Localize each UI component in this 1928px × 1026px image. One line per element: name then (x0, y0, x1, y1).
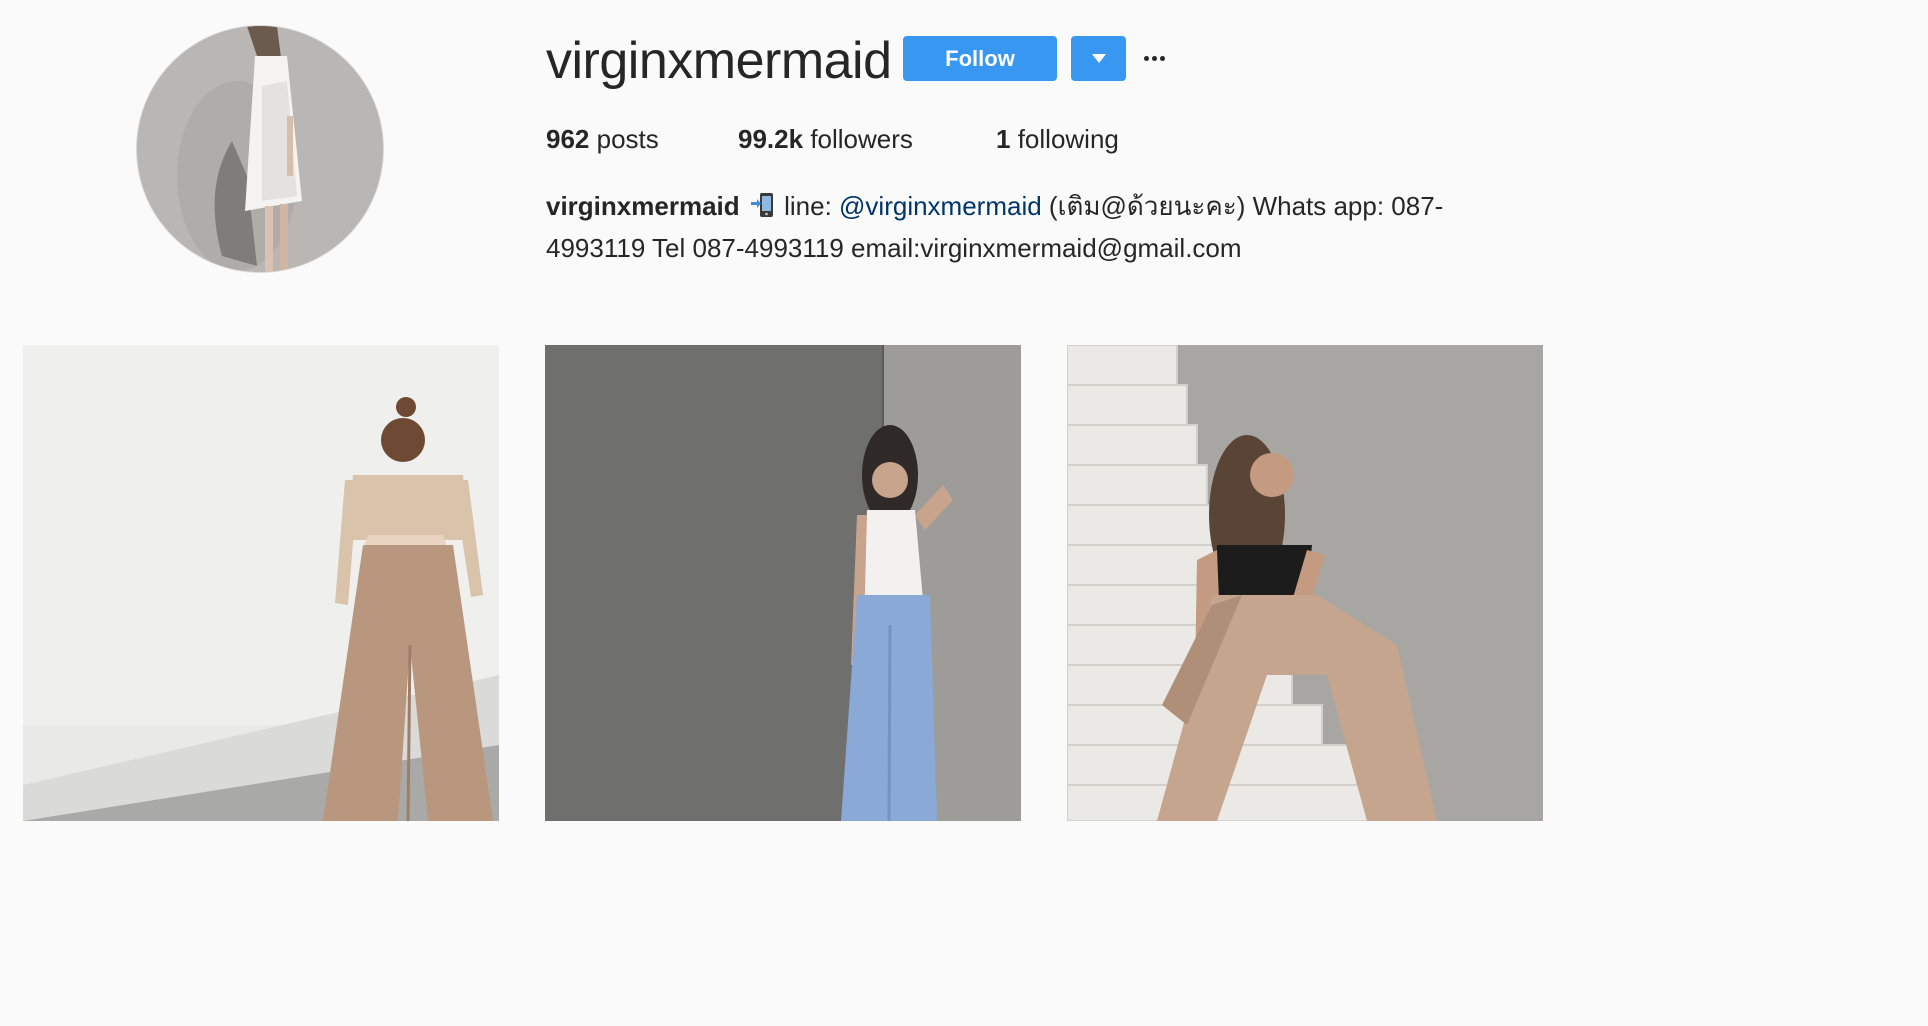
followers-count: 99.2k (738, 124, 804, 154)
more-dot-icon (1160, 56, 1165, 61)
profile-username: virginxmermaid (546, 32, 892, 90)
posts-count: 962 (546, 124, 590, 154)
following-count: 1 (996, 124, 1011, 154)
post-thumbnail-1[interactable] (23, 345, 499, 821)
avatar-photo (137, 26, 383, 272)
bio-full-name: virginxmermaid (546, 191, 740, 221)
stat-followers[interactable]: 99.2k followers (738, 122, 913, 156)
followers-label: followers (810, 124, 913, 154)
post-image-1 (23, 345, 499, 821)
bio-mention-link[interactable]: @virginxmermaid (839, 191, 1042, 221)
stat-following[interactable]: 1 following (996, 122, 1119, 156)
profile-bio: virginxmermaid line: @virginxmermaid (เต… (546, 187, 1506, 268)
profile-page: virginxmermaid Follow 962 posts 99.2k fo… (0, 0, 1568, 834)
mobile-phone-arrow-icon (750, 190, 775, 229)
chevron-down-icon (1092, 54, 1106, 63)
suggestions-dropdown-button[interactable] (1071, 36, 1126, 81)
follow-button[interactable]: Follow (903, 36, 1057, 81)
more-options-button[interactable] (1142, 48, 1172, 68)
bio-text-line2: 4993119 Tel 087-4993119 email:virginxmer… (546, 233, 1242, 263)
post-image-2 (545, 345, 1021, 821)
post-thumbnail-2[interactable] (545, 345, 1021, 821)
stat-posts: 962 posts (546, 122, 659, 156)
bio-line-prefix: line: (776, 191, 840, 221)
post-thumbnail-3[interactable] (1067, 345, 1543, 821)
more-dot-icon (1152, 56, 1157, 61)
post-image-3 (1067, 345, 1543, 821)
bio-text-line1: (เติม@ด้วยนะคะ) Whats app: 087- (1041, 191, 1444, 221)
following-label: following (1017, 124, 1119, 154)
posts-label: posts (596, 124, 659, 154)
more-dot-icon (1144, 56, 1149, 61)
profile-avatar[interactable] (137, 26, 383, 272)
